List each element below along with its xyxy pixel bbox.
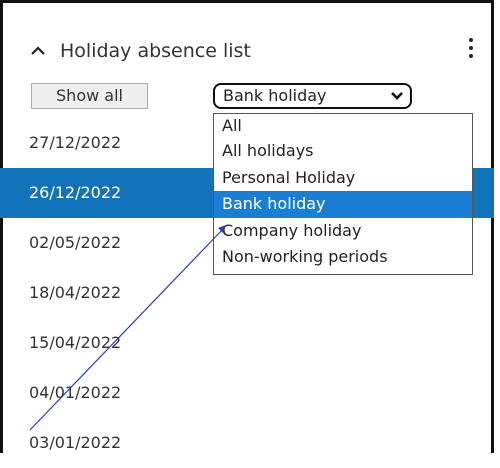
date-text: 04/01/2022	[29, 383, 122, 402]
date-row[interactable]: 03/01/2022	[0, 418, 494, 468]
panel-header[interactable]: Holiday absence list	[30, 40, 251, 62]
date-row[interactable]: 18/04/2022	[0, 268, 494, 318]
filter-option-all[interactable]: All	[214, 116, 472, 138]
date-text: 03/01/2022	[29, 433, 122, 452]
filter-option-bank-holiday[interactable]: Bank holiday	[214, 191, 472, 218]
chevron-up-icon[interactable]	[30, 43, 46, 59]
date-text: 18/04/2022	[29, 283, 122, 302]
filter-selected-value: Bank holiday	[223, 86, 327, 105]
filter-select[interactable]: Bank holiday	[213, 83, 412, 109]
date-text: 02/05/2022	[29, 233, 122, 252]
filter-option-non-working-periods[interactable]: Non-working periods	[214, 244, 472, 271]
date-text: 15/04/2022	[29, 333, 122, 352]
chevron-down-icon	[391, 92, 403, 100]
filter-option-personal-holiday[interactable]: Personal Holiday	[214, 165, 472, 192]
filter-option-all-holidays[interactable]: All holidays	[214, 138, 472, 165]
filter-dropdown-list: All All holidays Personal Holiday Bank h…	[213, 113, 473, 275]
date-row[interactable]: 15/04/2022	[0, 318, 494, 368]
filter-option-company-holiday[interactable]: Company holiday	[214, 218, 472, 245]
show-all-button[interactable]: Show all	[31, 83, 148, 109]
panel-title: Holiday absence list	[60, 40, 251, 62]
date-text: 27/12/2022	[29, 133, 122, 152]
kebab-menu-icon[interactable]	[466, 38, 476, 64]
date-text: 26/12/2022	[29, 183, 122, 202]
date-row[interactable]: 04/01/2022	[0, 368, 494, 418]
